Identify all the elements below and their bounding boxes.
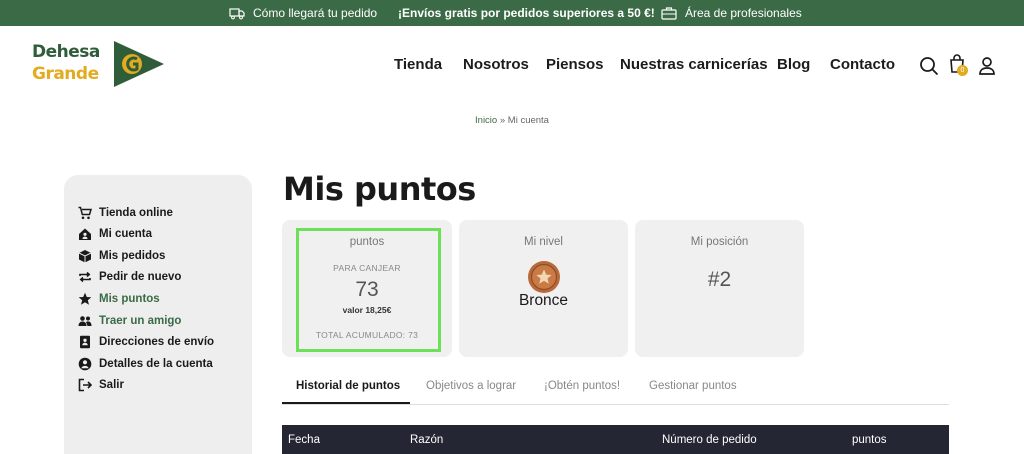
active-tab-underline [282,402,410,404]
column-header-puntos[interactable]: puntos [852,434,887,446]
tab-historial[interactable]: Historial de puntos [296,380,400,392]
sidebar-item-label: Mi cuenta [99,228,153,240]
sidebar-item-traer-un-amigo[interactable]: Traer un amigo [78,312,181,330]
users-icon [78,316,92,326]
sidebar-item-direcciones[interactable]: Direcciones de envío [78,333,214,351]
logo[interactable]: Dehesa Grande [30,40,170,92]
house-user-icon [79,228,91,240]
nav-item-piensos[interactable]: Piensos [546,56,604,73]
total-accumulated: TOTAL ACUMULADO: 73 [315,330,419,340]
truck-icon [229,8,245,20]
nav-item-carnicerias[interactable]: Nuestras carnicerías [620,56,768,73]
shipping-info-link[interactable]: Cómo llegará tu pedido [229,0,377,26]
briefcase-icon [661,7,677,20]
cart-icon [78,206,92,220]
sidebar-item-label: Traer un amigo [99,315,182,327]
tab-objetivos[interactable]: Objetivos a lograr [426,380,516,392]
box-icon [78,250,92,263]
site-header: Dehesa Grande Tienda Nosotros Piensos Nu… [0,26,1024,106]
column-header-numero-pedido[interactable]: Número de pedido [662,434,757,446]
nav-item-contacto[interactable]: Contacto [830,56,895,73]
address-book-icon [80,335,90,349]
breadcrumb-current: Mi cuenta [507,115,549,126]
nav-item-nosotros[interactable]: Nosotros [463,56,529,73]
logo-word-dehesa: Dehesa [32,42,100,62]
position-card: Mi posición #2 [635,220,804,357]
sidebar-item-label: Tienda online [99,207,173,219]
sidebar-item-pedir-de-nuevo[interactable]: Pedir de nuevo [78,268,181,286]
sidebar-item-salir[interactable]: Salir [78,376,124,394]
points-card-title: puntos [349,236,385,248]
sidebar-item-tienda-online[interactable]: Tienda online [78,204,173,222]
free-shipping-text: ¡Envíos gratis por pedidos superiores a … [398,6,655,20]
sidebar-item-label: Salir [99,379,124,391]
points-tabs: Historial de puntos Objetivos a lograr ¡… [282,376,949,405]
breadcrumb-separator: » [499,115,506,126]
user-circle-icon [78,357,92,371]
points-table-header: Fecha Razón Número de pedido puntos [282,425,949,454]
points-value: 73 [355,278,379,301]
star-icon [78,292,92,305]
position-card-title: Mi posición [690,236,749,248]
column-header-fecha[interactable]: Fecha [288,434,320,446]
tab-gestionar[interactable]: Gestionar puntos [649,380,737,392]
points-card: puntos PARA CANJEAR 73 valor 18,25€ TOTA… [282,220,452,357]
sidebar-item-detalles-cuenta[interactable]: Detalles de la cuenta [78,355,213,373]
breadcrumb-home-link[interactable]: Inicio [475,115,497,126]
sidebar-item-label: Detalles de la cuenta [99,358,213,370]
position-value: #2 [707,268,732,291]
level-card-title: Mi nivel [524,236,563,248]
cart-count-badge: 0 [957,65,968,76]
bronze-medal-icon [528,261,560,293]
nav-item-tienda[interactable]: Tienda [394,56,442,73]
redeem-label: PARA CANJEAR [333,263,401,273]
breadcrumb: Inicio » Mi cuenta [0,115,1024,126]
level-name: Bronce [518,292,569,309]
level-card: Mi nivel Bronce [459,220,628,357]
sidebar-item-label: Pedir de nuevo [99,271,182,283]
tab-obten-puntos[interactable]: ¡Obtén puntos! [544,380,620,392]
shipping-info-text: Cómo llegará tu pedido [253,6,378,20]
repeat-icon [79,271,91,283]
cart-button[interactable]: 0 [948,54,970,78]
professionals-text: Área de profesionales [685,6,802,20]
points-money-value: valor 18,25€ [342,305,392,315]
sidebar-item-label: Mis puntos [99,293,160,305]
sidebar-item-mi-cuenta[interactable]: Mi cuenta [78,225,152,243]
logo-triangle-icon [114,41,164,87]
sidebar-item-label: Direcciones de envío [99,336,215,348]
sidebar-item-label: Mis pedidos [99,250,166,262]
page-title: Mis puntos [283,170,476,208]
search-icon[interactable] [919,56,939,76]
column-header-razon[interactable]: Razón [410,434,443,446]
top-announcement-bar: Cómo llegará tu pedido ¡Envíos gratis po… [0,0,1024,26]
logout-icon [78,378,92,392]
account-sidebar: Tienda online Mi cuenta Mis pedidos Pedi… [64,175,252,454]
nav-item-blog[interactable]: Blog [777,56,810,73]
user-icon[interactable] [977,56,997,76]
sidebar-item-mis-pedidos[interactable]: Mis pedidos [78,247,165,265]
logo-word-grande: Grande [32,64,99,84]
sidebar-item-mis-puntos[interactable]: Mis puntos [78,290,160,308]
professionals-link[interactable]: Área de profesionales [661,0,802,26]
